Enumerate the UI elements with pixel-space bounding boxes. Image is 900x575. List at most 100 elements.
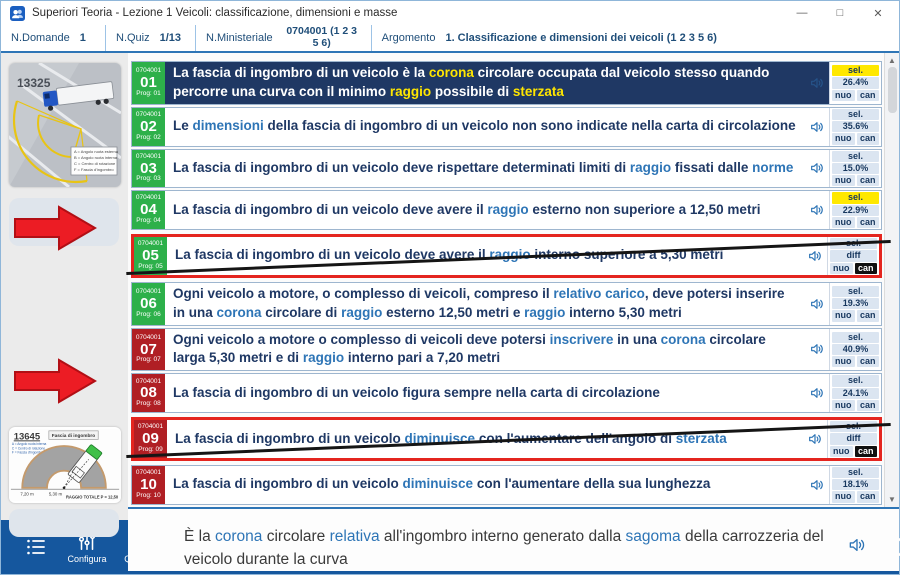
stat-nuo-button[interactable]: nuo [832,133,855,144]
question-row[interactable]: 0704001 04 Prog: 04 La fascia di ingombr… [131,190,882,230]
question-audio[interactable] [805,108,829,146]
stat-can-button[interactable]: can [857,491,880,502]
question-row[interactable]: 0704001 07 Prog: 07 Ogni veicolo a motor… [131,328,882,372]
question-badge: 0704001 10 Prog: 10 [132,466,165,504]
question-audio[interactable] [805,329,829,371]
question-audio[interactable] [805,466,829,504]
minimize-icon[interactable]: — [783,1,821,25]
scroll-thumb[interactable] [888,67,897,113]
question-audio[interactable] [805,374,829,412]
stat-can-button[interactable]: can [857,310,880,321]
argomento-label: Argomento [382,32,436,44]
question-badge: 0704001 06 Prog: 06 [132,283,165,325]
question-row[interactable]: 0704001 09 Prog: 09 La fascia di ingombr… [131,417,882,461]
question-audio[interactable] [805,283,829,325]
scrollbar[interactable]: ▲ ▼ [884,53,899,507]
stat-can-button[interactable]: can [855,263,878,274]
stat-sel: sel. [832,65,879,76]
question-prog: Prog: 02 [136,135,161,142]
app-icon [10,6,25,21]
stat-value: diff [830,250,877,261]
configura-label: Configura [67,555,106,564]
stat-value: 22.9% [832,205,879,216]
figure-label-530: 5,30 m [49,491,63,496]
question-audio[interactable] [803,420,827,458]
question-row[interactable]: 0704001 08 Prog: 08 La fascia di ingombr… [131,373,882,413]
question-stats: sel. 35.6% nuo can [829,108,881,146]
stat-sel: sel. [832,375,879,386]
question-number: 01 [140,75,157,91]
question-badge: 0704001 02 Prog: 02 [132,108,165,146]
sidebar-placeholder-panel-bottom [9,509,119,537]
stat-nuo-button[interactable]: nuo [832,310,855,321]
stat-value: 40.9% [832,344,879,355]
question-audio[interactable] [805,62,829,104]
question-text: Ogni veicolo a motore o complesso di vei… [165,329,805,371]
question-badge: 0704001 07 Prog: 07 [132,329,165,371]
question-text: La fascia di ingombro di un veicolo deve… [165,150,805,188]
question-text: Ogni veicolo a motore, o complesso di ve… [165,283,805,325]
field-ndomande: N.Domande 1 [1,25,106,51]
stat-sel: sel. [832,286,879,297]
stat-nuo-button[interactable]: nuo [830,446,853,457]
stat-sel: sel. [832,192,879,203]
window-title: Superiori Teoria - Lezione 1 Veicoli: cl… [32,7,397,19]
quiz-header: N.Domande 1 N.Quiz 1/13 N.Ministeriale 0… [1,25,899,53]
menu-list-button[interactable] [13,535,59,559]
stat-nuo-button[interactable]: nuo [832,175,855,186]
stat-nuo-button[interactable]: nuo [832,356,855,367]
question-audio[interactable] [805,191,829,229]
question-audio[interactable] [803,237,827,275]
question-stats: sel. diff nuo can [827,420,879,458]
stat-can-button[interactable]: can [857,356,880,367]
speaker-icon [809,477,825,493]
svg-text:C = Centro di rotazione: C = Centro di rotazione [74,161,116,166]
argomento-value: 1. Classificazione e dimensioni dei veic… [445,32,716,44]
svg-text:F = Fascia d'ingombro: F = Fascia d'ingombro [74,167,114,172]
question-text: La fascia di ingombro di un veicolo deve… [165,191,805,229]
question-number: 10 [140,477,157,493]
stat-nuo-button[interactable]: nuo [832,400,855,411]
stat-can-button[interactable]: can [857,90,880,101]
close-icon[interactable]: ✕ [859,1,897,25]
speaker-icon [809,119,825,135]
question-stats: sel. 22.9% nuo can [829,191,881,229]
stat-can-button[interactable]: can [857,400,880,411]
stat-nuo-button[interactable]: nuo [832,491,855,502]
stat-value: 35.6% [832,121,879,132]
stat-can-button[interactable]: can [855,446,878,457]
question-row[interactable]: 0704001 05 Prog: 05 La fascia di ingombr… [131,234,882,278]
speaker-icon [809,202,825,218]
stat-nuo-button[interactable]: nuo [832,217,855,228]
question-stats: sel. 19.3% nuo can [829,283,881,325]
sidebar: A = Angolo ruota esterna B = Angolo ruot… [1,53,128,520]
description-audio-icon[interactable] [847,535,867,555]
question-row[interactable]: 0704001 02 Prog: 02 Le dimensioni della … [131,107,882,147]
stat-value: 15.0% [832,163,879,174]
question-row[interactable]: 0704001 01 Prog: 01 La fascia di ingombr… [131,61,882,105]
question-text: La fascia di ingombro di un veicolo dimi… [167,420,803,458]
stat-can-button[interactable]: can [857,175,880,186]
question-number: 02 [140,119,157,135]
question-row[interactable]: 0704001 10 Prog: 10 La fascia di ingombr… [131,465,882,505]
figure-turning-circle[interactable]: A = Angolo ruota esterna B = Angolo ruot… [9,63,121,187]
question-stats: sel. diff nuo can [827,237,879,275]
question-text: La fascia di ingombro di un veicolo deve… [167,237,803,275]
question-number: 05 [142,248,159,264]
figure-fascia-ingombro[interactable]: 13645 Fascia di ingombro A = Angolo ruot… [9,427,121,503]
stat-can-button[interactable]: can [857,217,880,228]
question-row[interactable]: 0704001 03 Prog: 03 La fascia di ingombr… [131,149,882,189]
question-number: 07 [140,342,157,358]
question-audio[interactable] [805,150,829,188]
question-row[interactable]: 0704001 06 Prog: 06 Ogni veicolo a motor… [131,282,882,326]
scroll-up-icon[interactable]: ▲ [888,56,896,65]
field-argomento: Argomento 1. Classificazione e dimension… [372,25,727,51]
maximize-icon[interactable]: □ [821,1,859,25]
speaker-icon [809,75,825,91]
stat-can-button[interactable]: can [857,133,880,144]
stat-nuo-button[interactable]: nuo [830,263,853,274]
stat-nuo-button[interactable]: nuo [832,90,855,101]
stat-value: 24.1% [832,388,879,399]
scroll-down-icon[interactable]: ▼ [888,495,896,504]
stat-sel: sel. [830,421,877,432]
